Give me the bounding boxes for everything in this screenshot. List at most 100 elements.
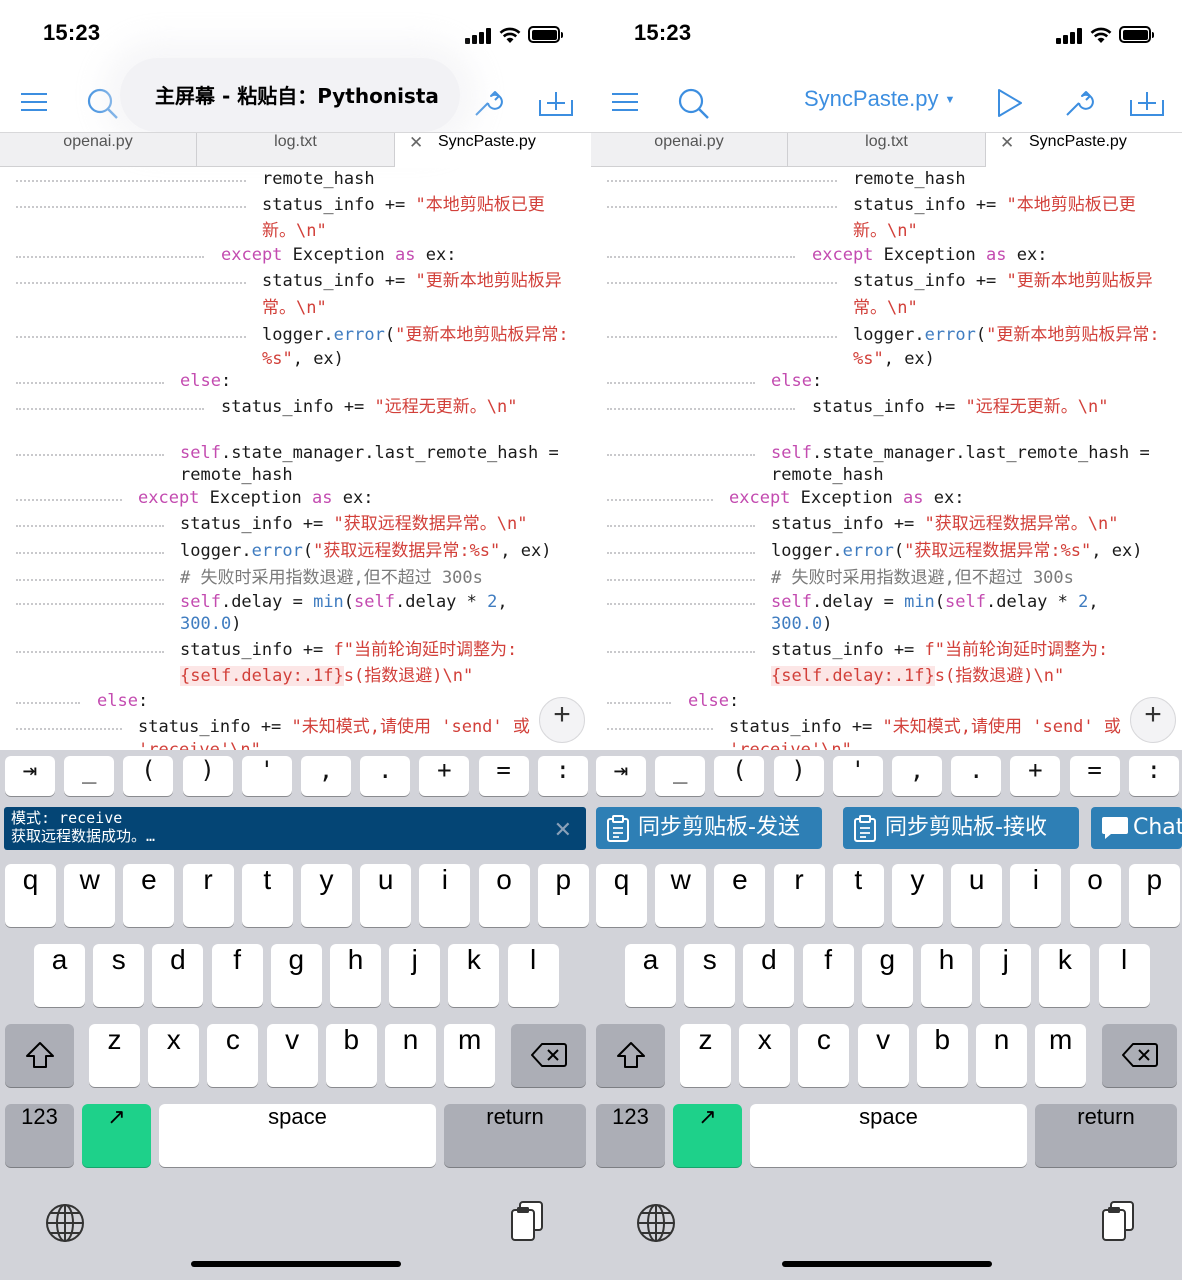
tab-log[interactable]: log.txt xyxy=(788,133,985,167)
key-g[interactable]: g xyxy=(861,944,913,1007)
key-k[interactable]: k xyxy=(1039,944,1091,1007)
key-h[interactable]: h xyxy=(921,944,972,1007)
delete-key[interactable] xyxy=(1102,1024,1177,1087)
accessory-key[interactable]: ' xyxy=(241,756,292,796)
wrench-icon[interactable] xyxy=(473,88,503,118)
accessory-key[interactable]: ⇥ xyxy=(596,756,646,796)
key-g[interactable]: g xyxy=(270,944,322,1007)
accessory-key[interactable]: ⇥ xyxy=(5,756,55,796)
key-j[interactable]: j xyxy=(389,944,441,1007)
key-p[interactable]: p xyxy=(1128,864,1180,927)
key-u[interactable]: u xyxy=(360,864,412,927)
key-v[interactable]: v xyxy=(266,1024,318,1087)
accessory-key[interactable]: : xyxy=(537,756,588,796)
key-r[interactable]: r xyxy=(773,864,825,927)
key-q[interactable]: q xyxy=(596,864,647,927)
add-file-icon[interactable] xyxy=(1130,90,1164,116)
key-m[interactable]: m xyxy=(1035,1024,1087,1087)
key-t[interactable]: t xyxy=(832,864,884,927)
globe-icon[interactable] xyxy=(45,1203,85,1247)
action-key[interactable]: ↗ xyxy=(673,1104,742,1167)
accessory-key[interactable]: . xyxy=(360,756,411,796)
add-file-icon[interactable] xyxy=(539,90,573,116)
key-i[interactable]: i xyxy=(1010,864,1062,927)
close-icon[interactable]: ✕ xyxy=(554,817,572,843)
key-e[interactable]: e xyxy=(714,864,766,927)
key-j[interactable]: j xyxy=(980,944,1032,1007)
shortcut-chat-button[interactable]: Chat xyxy=(1091,807,1182,849)
key-l[interactable]: l xyxy=(1098,944,1150,1007)
accessory-key[interactable]: = xyxy=(478,756,529,796)
clipboard-icon[interactable] xyxy=(1101,1200,1135,1246)
search-icon[interactable] xyxy=(87,88,119,120)
tab-log[interactable]: log.txt xyxy=(197,133,394,167)
numbers-key[interactable]: 123 xyxy=(596,1104,665,1167)
shortcut-send-button[interactable]: 同步剪贴板-发送 xyxy=(596,807,822,849)
key-n[interactable]: n xyxy=(385,1024,436,1087)
accessory-key[interactable]: = xyxy=(1069,756,1120,796)
key-k[interactable]: k xyxy=(448,944,500,1007)
code-editor[interactable]: remote_hash status_info += "本地剪贴板已更 新。\n" e… xyxy=(0,168,591,750)
wrench-icon[interactable] xyxy=(1064,88,1094,118)
key-p[interactable]: p xyxy=(537,864,589,927)
key-y[interactable]: y xyxy=(301,864,352,927)
code-editor[interactable]: remote_hash status_info += "本地剪贴板已更 新。\n" e… xyxy=(591,168,1182,750)
key-n[interactable]: n xyxy=(976,1024,1027,1087)
return-key[interactable]: return xyxy=(1035,1104,1177,1167)
key-a[interactable]: a xyxy=(625,944,676,1007)
key-w[interactable]: w xyxy=(64,864,116,927)
key-l[interactable]: l xyxy=(507,944,559,1007)
key-m[interactable]: m xyxy=(444,1024,496,1087)
key-c[interactable]: c xyxy=(798,1024,850,1087)
clipboard-icon[interactable] xyxy=(510,1200,544,1246)
key-u[interactable]: u xyxy=(951,864,1003,927)
tab-close-icon[interactable]: ✕ xyxy=(409,133,423,153)
key-t[interactable]: t xyxy=(241,864,293,927)
accessory-key[interactable]: . xyxy=(951,756,1002,796)
shift-key[interactable] xyxy=(5,1024,74,1087)
accessory-key[interactable]: , xyxy=(892,756,942,796)
shift-key[interactable] xyxy=(596,1024,665,1087)
accessory-key[interactable]: _ xyxy=(64,756,115,796)
accessory-key[interactable]: , xyxy=(301,756,351,796)
key-a[interactable]: a xyxy=(34,944,85,1007)
shortcut-receive-button[interactable]: 同步剪贴板-接收 xyxy=(843,807,1079,849)
key-d[interactable]: d xyxy=(152,944,204,1007)
key-f[interactable]: f xyxy=(802,944,854,1007)
accessory-key[interactable]: ) xyxy=(773,756,824,796)
key-e[interactable]: e xyxy=(123,864,175,927)
accessory-key[interactable]: ( xyxy=(714,756,765,796)
search-icon[interactable] xyxy=(678,88,710,120)
key-x[interactable]: x xyxy=(739,1024,791,1087)
space-key[interactable]: space xyxy=(159,1104,436,1167)
space-key[interactable]: space xyxy=(750,1104,1027,1167)
run-icon[interactable] xyxy=(997,88,1023,118)
key-r[interactable]: r xyxy=(182,864,234,927)
tab-syncpaste[interactable]: ✕ SyncPaste.py xyxy=(395,133,591,168)
key-s[interactable]: s xyxy=(93,944,145,1007)
accessory-key[interactable]: + xyxy=(1010,756,1061,796)
key-c[interactable]: c xyxy=(207,1024,259,1087)
accessory-key[interactable]: _ xyxy=(655,756,706,796)
numbers-key[interactable]: 123 xyxy=(5,1104,74,1167)
key-o[interactable]: o xyxy=(478,864,530,927)
return-key[interactable]: return xyxy=(444,1104,586,1167)
script-notification[interactable]: 模式: receive 获取远程数据成功。… ✕ xyxy=(4,807,586,850)
file-title-button[interactable]: SyncPaste.py ▼ xyxy=(804,86,955,112)
key-d[interactable]: d xyxy=(743,944,795,1007)
accessory-key[interactable]: ( xyxy=(123,756,174,796)
key-h[interactable]: h xyxy=(330,944,381,1007)
menu-icon[interactable] xyxy=(21,92,47,112)
tab-openai[interactable]: openai.py xyxy=(591,133,787,167)
key-i[interactable]: i xyxy=(419,864,471,927)
accessory-key[interactable]: ) xyxy=(182,756,233,796)
key-s[interactable]: s xyxy=(684,944,736,1007)
key-b[interactable]: b xyxy=(916,1024,968,1087)
key-f[interactable]: f xyxy=(211,944,263,1007)
key-z[interactable]: z xyxy=(680,1024,731,1087)
menu-icon[interactable] xyxy=(612,92,638,112)
tab-openai[interactable]: openai.py xyxy=(0,133,196,167)
key-v[interactable]: v xyxy=(857,1024,909,1087)
delete-key[interactable] xyxy=(511,1024,586,1087)
accessory-key[interactable]: ' xyxy=(832,756,883,796)
